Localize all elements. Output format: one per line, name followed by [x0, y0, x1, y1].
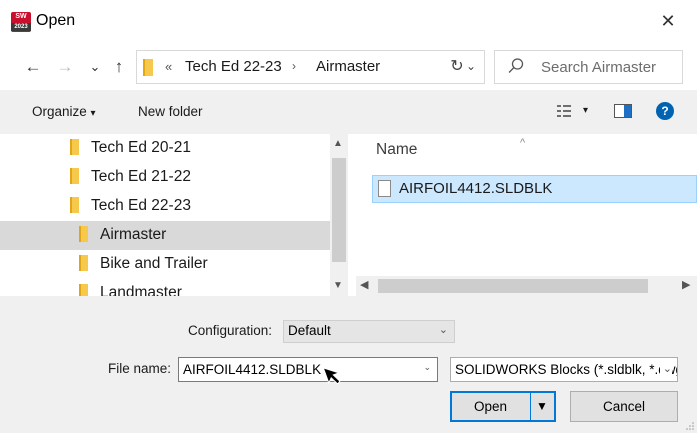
file-type-select[interactable]: SOLIDWORKS Blocks (*.sldblk, *.dwg) ⌄	[450, 357, 678, 382]
back-icon[interactable]: ←	[22, 56, 44, 78]
view-dropdown-icon[interactable]: ▾	[583, 105, 588, 116]
tree-item-bike-and-trailer[interactable]: Bike and Trailer	[0, 250, 330, 279]
breadcrumb-separator[interactable]: ›	[292, 59, 296, 73]
folder-icon	[79, 284, 88, 296]
caret-down-icon: ▼	[536, 399, 548, 413]
chevron-down-icon: ⌄	[438, 324, 448, 336]
column-header-label: Name	[376, 141, 418, 158]
organize-button[interactable]: Organize ▾	[32, 104, 96, 119]
help-icon[interactable]: ?	[656, 102, 674, 120]
tree-item-label: Airmaster	[100, 226, 167, 243]
configuration-value: Default	[288, 323, 331, 338]
scroll-down-icon[interactable]: ▼	[333, 280, 343, 291]
scrollbar-thumb[interactable]	[378, 279, 648, 293]
file-name: AIRFOIL4412.SLDBLK	[399, 180, 553, 197]
sort-arrow-icon: ^	[520, 137, 526, 149]
configuration-select[interactable]: Default ⌄	[283, 320, 455, 343]
address-bar[interactable]: « Tech Ed 22-23 › Airmaster ⌄	[136, 50, 485, 84]
organize-arrow-icon: ▾	[90, 108, 96, 119]
file-icon	[378, 180, 391, 197]
open-button-label: Open	[474, 399, 508, 414]
cancel-button[interactable]: Cancel	[570, 391, 678, 422]
preview-pane-icon[interactable]	[614, 104, 632, 118]
search-placeholder: Search Airmaster	[541, 59, 657, 76]
new-folder-button[interactable]: New folder	[138, 104, 203, 119]
organize-label: Organize	[32, 104, 87, 119]
resize-grip-icon[interactable]	[685, 421, 695, 431]
window-title: Open	[36, 12, 76, 29]
tree-item-tech-ed-22-23[interactable]: Tech Ed 22-23	[0, 192, 330, 221]
folder-icon	[70, 139, 79, 155]
app-icon-year: 2023	[11, 23, 31, 31]
tree-item-label: Tech Ed 20-21	[91, 139, 191, 156]
search-box[interactable]: Search Airmaster	[494, 50, 683, 84]
folder-icon	[79, 255, 88, 271]
file-row[interactable]: AIRFOIL4412.SLDBLK	[372, 175, 697, 203]
tree-item-label: Landmaster	[100, 284, 182, 296]
file-name-input[interactable]: AIRFOIL4412.SLDBLK ⌄	[178, 357, 438, 382]
scroll-up-icon[interactable]: ▲	[333, 138, 343, 149]
file-type-value: SOLIDWORKS Blocks (*.sldblk, *.dwg)	[455, 362, 678, 377]
file-list-hscrollbar[interactable]: ◀ ▶	[356, 276, 697, 296]
column-header-name[interactable]: Name ^	[376, 137, 525, 159]
refresh-icon[interactable]: ↻	[440, 50, 474, 84]
tree-item-label: Tech Ed 22-23	[91, 197, 191, 214]
title-bar: SW 2023 Open ✕	[0, 0, 697, 44]
breadcrumb-tech-ed-22-23[interactable]: Tech Ed 22-23	[185, 58, 282, 75]
search-icon	[508, 58, 524, 73]
navigation-scrollbar[interactable]: ▲ ▼	[330, 134, 348, 296]
tree-item-airmaster[interactable]: Airmaster	[0, 221, 330, 250]
tree-item-tech-ed-21-22[interactable]: Tech Ed 21-22	[0, 163, 330, 192]
scroll-left-icon[interactable]: ◀	[360, 278, 368, 291]
folder-icon	[143, 59, 153, 76]
open-options-button[interactable]: ▼	[530, 393, 554, 420]
scroll-right-icon[interactable]: ▶	[682, 278, 690, 291]
forward-icon[interactable]: →	[54, 56, 76, 78]
configuration-label: Configuration:	[188, 323, 273, 338]
tree-item-label: Bike and Trailer	[100, 255, 208, 272]
recent-locations-icon[interactable]: ⌄	[84, 56, 106, 78]
chevron-down-icon: ⌄	[659, 362, 672, 375]
app-icon-text: SW	[15, 13, 27, 20]
breadcrumb-overflow[interactable]: «	[165, 59, 172, 74]
folder-icon	[70, 197, 79, 213]
tree-item-label: Tech Ed 21-22	[91, 168, 191, 185]
address-row: ← → ⌄ ↑ « Tech Ed 22-23 › Airmaster ⌄ ↻ …	[0, 44, 697, 90]
tree-item-tech-ed-20-21[interactable]: Tech Ed 20-21	[0, 134, 330, 163]
navigation-pane[interactable]: Tech Ed 20-21 Tech Ed 21-22 Tech Ed 22-2…	[0, 134, 348, 296]
folder-icon	[79, 226, 88, 242]
command-bar: Organize ▾ New folder ▾ ?	[0, 90, 697, 134]
up-icon[interactable]: ↑	[108, 56, 130, 78]
file-name-label: File name:	[108, 361, 172, 376]
tree-item-landmaster[interactable]: Landmaster	[0, 279, 330, 296]
breadcrumb-airmaster[interactable]: Airmaster	[316, 58, 380, 75]
app-icon: SW 2023	[11, 12, 31, 32]
chevron-down-icon[interactable]: ⌄	[423, 362, 431, 373]
file-list-pane[interactable]: Name ^ AIRFOIL4412.SLDBLK	[356, 134, 697, 296]
folder-icon	[70, 168, 79, 184]
file-name-value: AIRFOIL4412.SLDBLK	[183, 362, 322, 377]
view-options-icon[interactable]	[556, 103, 572, 119]
close-icon[interactable]: ✕	[653, 6, 683, 36]
mouse-pointer-icon	[323, 367, 341, 385]
scrollbar-thumb[interactable]	[332, 158, 346, 262]
